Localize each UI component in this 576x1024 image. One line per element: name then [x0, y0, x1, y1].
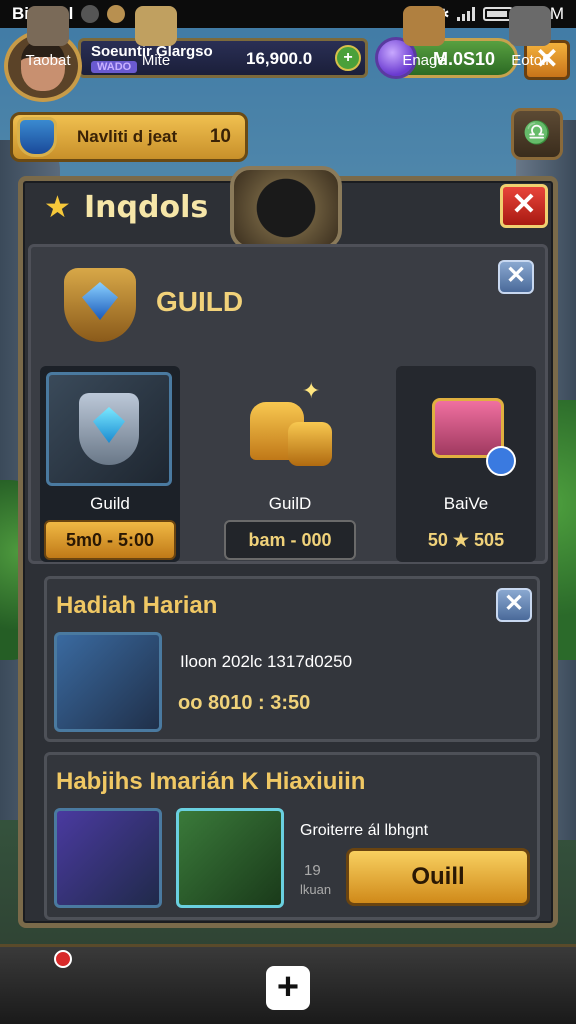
notification-badge: [54, 950, 72, 968]
exp-value: 16,900.0: [246, 49, 313, 68]
guild-heading: GUILD: [156, 286, 244, 317]
anvil-icon: [135, 6, 177, 46]
shield-icon: [17, 117, 57, 157]
pink-chest-icon: [402, 372, 528, 486]
panel-title: Inqdols: [84, 190, 209, 225]
nav-label: Enage: [402, 52, 446, 69]
guild-card-3[interactable]: BaiVe 50 ★ 505: [396, 366, 536, 562]
shield-crest-icon: [46, 372, 172, 486]
bag-icon: [403, 6, 445, 46]
nav-item-settings[interactable]: Eotoii: [482, 6, 576, 76]
guild-card-row: Guild 5m0 - 5:00 ✦ GuilD bam - 000 BaiVe…: [40, 366, 540, 564]
weekly-side-text: lkuan: [300, 882, 332, 897]
nav-label: Eotoii: [511, 52, 549, 69]
house-icon: [27, 6, 69, 46]
guild-card-2[interactable]: ✦ GuilD bam - 000: [220, 366, 360, 562]
card-price[interactable]: 50 ★ 505: [400, 520, 532, 560]
nav-item-enage[interactable]: Enage: [376, 6, 472, 76]
emblem-icon: [230, 166, 342, 250]
quest-label: Navliti d jeat: [77, 127, 178, 146]
guild-card-1[interactable]: Guild 5m0 - 5:00: [40, 366, 180, 562]
star-icon: ★: [44, 191, 71, 224]
add-button[interactable]: +: [266, 966, 310, 1010]
nav-label: Taobat: [25, 52, 71, 69]
claim-button[interactable]: Ouill: [346, 848, 530, 906]
guild-close-button[interactable]: ✕: [498, 260, 534, 294]
heart-shield-icon[interactable]: [54, 808, 162, 908]
daily-reward: oo 8010 : 3:50: [178, 692, 311, 714]
weekly-side-num: 19: [304, 862, 321, 879]
gear-icon: [509, 6, 551, 46]
add-currency-button[interactable]: +: [335, 45, 361, 71]
gold-chest-icon: ✦: [226, 372, 352, 486]
hero-portrait-icon[interactable]: [54, 632, 162, 732]
card-price[interactable]: bam - 000: [224, 520, 356, 560]
card-label: GuilD: [268, 494, 312, 513]
weekly-title: Habjihs Imarián K Hiaxiuiin: [56, 768, 366, 795]
card-label: BaiVe: [443, 494, 489, 513]
daily-close-button[interactable]: ✕: [496, 588, 532, 622]
nav-item-mite[interactable]: Mite: [108, 6, 204, 76]
card-price[interactable]: 5m0 - 5:00: [44, 520, 176, 560]
book-item-icon[interactable]: [176, 808, 284, 908]
quest-banner[interactable]: Navliti d jeat 10: [10, 112, 248, 162]
nav-item-home[interactable]: Taobat: [0, 6, 96, 76]
card-label: Guild: [90, 494, 130, 513]
guild-shield-icon: [64, 268, 136, 342]
quest-count: 10: [209, 126, 231, 147]
nav-label: Mite: [141, 52, 171, 69]
daily-title: Hadiah Harian: [56, 592, 218, 619]
daily-info: Iloon 202lc 1317d0250: [180, 652, 353, 671]
panel-close-button[interactable]: ✕: [500, 184, 548, 228]
weekly-info: Groiterre ál lbhgnt: [300, 822, 429, 839]
bell-button[interactable]: ♎: [511, 108, 563, 160]
